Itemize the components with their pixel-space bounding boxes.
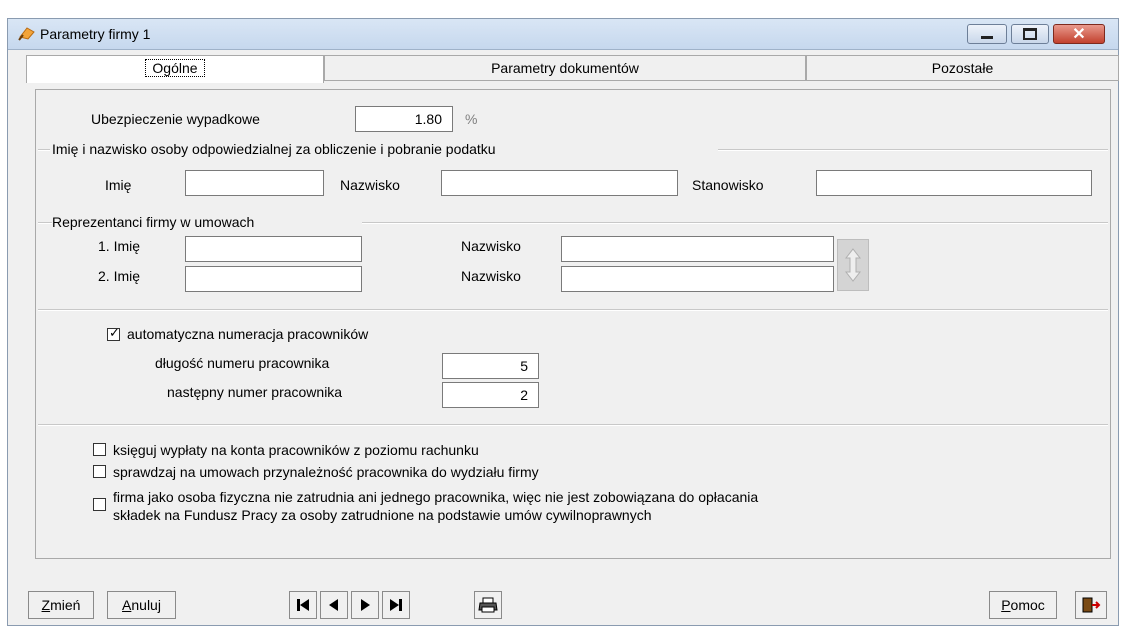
insurance-label: Ubezpieczenie wypadkowe — [91, 111, 260, 127]
cancel-button[interactable]: Anuluj — [107, 591, 176, 619]
rep1-last-name-input[interactable] — [561, 236, 834, 262]
close-icon: ✕ — [1072, 26, 1086, 43]
rep1-first-name-input[interactable] — [185, 236, 362, 262]
tax-first-name-label: Imię — [105, 177, 132, 193]
post-payroll-label: księguj wypłaty na konta pracowników z p… — [113, 442, 479, 458]
tab-ogolne[interactable]: Ogólne — [26, 55, 324, 83]
first-record-button[interactable] — [289, 591, 317, 619]
next-number-input[interactable]: 2 — [442, 382, 539, 408]
insurance-input[interactable]: 1.80 — [355, 106, 453, 132]
minimize-button[interactable] — [967, 24, 1007, 44]
tax-person-legend: Imię i nazwisko osoby odpowiedzialnej za… — [52, 141, 496, 157]
tab-parametry-dokumentow[interactable]: Parametry dokumentów — [324, 55, 806, 81]
close-button[interactable]: ✕ — [1053, 24, 1105, 44]
last-record-icon — [390, 599, 402, 611]
check-department-label: sprawdzaj na umowach przynależność praco… — [113, 464, 539, 480]
divider — [362, 222, 1108, 224]
tax-first-name-input[interactable] — [185, 170, 324, 196]
change-button[interactable]: Zmień — [28, 591, 94, 619]
divider — [38, 309, 1108, 311]
next-record-icon — [361, 599, 370, 611]
rep2-last-name-input[interactable] — [561, 266, 834, 292]
insurance-unit: % — [465, 111, 478, 127]
tax-position-input[interactable] — [816, 170, 1092, 196]
rep1-last-name-label: Nazwisko — [461, 238, 521, 254]
divider — [38, 424, 1108, 426]
auto-numbering-label: automatyczna numeracja pracowników — [127, 326, 369, 342]
rep2-last-name-label: Nazwisko — [461, 268, 521, 284]
help-button[interactable]: Pomoc — [989, 591, 1057, 619]
next-record-button[interactable] — [351, 591, 379, 619]
first-record-icon — [297, 599, 309, 611]
tab-pozostale[interactable]: Pozostałe — [806, 55, 1119, 81]
exit-icon — [1082, 597, 1101, 613]
divider — [38, 149, 50, 151]
scroll-arrows-icon — [844, 248, 862, 282]
labour-fund-exempt-label-line2: składek na Fundusz Pracy za osoby zatrud… — [113, 507, 652, 523]
tax-last-name-label: Nazwisko — [340, 177, 400, 193]
rep1-first-name-label: 1. Imię — [98, 238, 141, 254]
last-record-button[interactable] — [382, 591, 410, 619]
next-number-label: następny numer pracownika — [167, 384, 343, 400]
tax-position-label: Stanowisko — [692, 177, 764, 193]
number-length-input[interactable]: 5 — [442, 353, 539, 379]
check-department-checkbox[interactable] — [93, 465, 106, 478]
labour-fund-exempt-checkbox[interactable] — [93, 498, 106, 511]
labour-fund-exempt-label-line1: firma jako osoba fizyczna nie zatrudnia … — [113, 489, 759, 505]
print-icon — [478, 597, 498, 613]
exit-button[interactable] — [1075, 591, 1107, 619]
minimize-icon — [968, 25, 1006, 43]
previous-record-icon — [329, 599, 338, 611]
representatives-legend: Reprezentanci firmy w umowach — [52, 214, 255, 230]
tax-last-name-input[interactable] — [441, 170, 678, 196]
window-title: Parametry firmy 1 — [40, 26, 151, 42]
previous-record-button[interactable] — [320, 591, 348, 619]
divider — [718, 149, 1108, 151]
print-button[interactable] — [474, 591, 502, 619]
general-panel: Ubezpieczenie wypadkowe 1.80 % Imię i na… — [35, 89, 1111, 559]
representatives-scroll-control[interactable] — [837, 239, 869, 291]
maximize-icon — [1012, 25, 1048, 43]
divider — [38, 222, 52, 224]
title-bar[interactable]: Parametry firmy 1 ✕ — [8, 19, 1118, 50]
post-payroll-checkbox[interactable] — [93, 443, 106, 456]
parametry-firmy-window: Parametry firmy 1 ✕ Ogólne Parametry dok… — [7, 18, 1119, 626]
maximize-button[interactable] — [1011, 24, 1049, 44]
app-icon — [18, 27, 35, 41]
auto-numbering-checkbox[interactable]: ✓ — [107, 325, 120, 341]
number-length-label: długość numeru pracownika — [155, 355, 330, 371]
rep2-first-name-label: 2. Imię — [98, 268, 141, 284]
tab-strip: Ogólne Parametry dokumentów Pozostałe — [20, 55, 1120, 83]
rep2-first-name-input[interactable] — [185, 266, 362, 292]
checkmark-icon: ✓ — [109, 325, 120, 340]
